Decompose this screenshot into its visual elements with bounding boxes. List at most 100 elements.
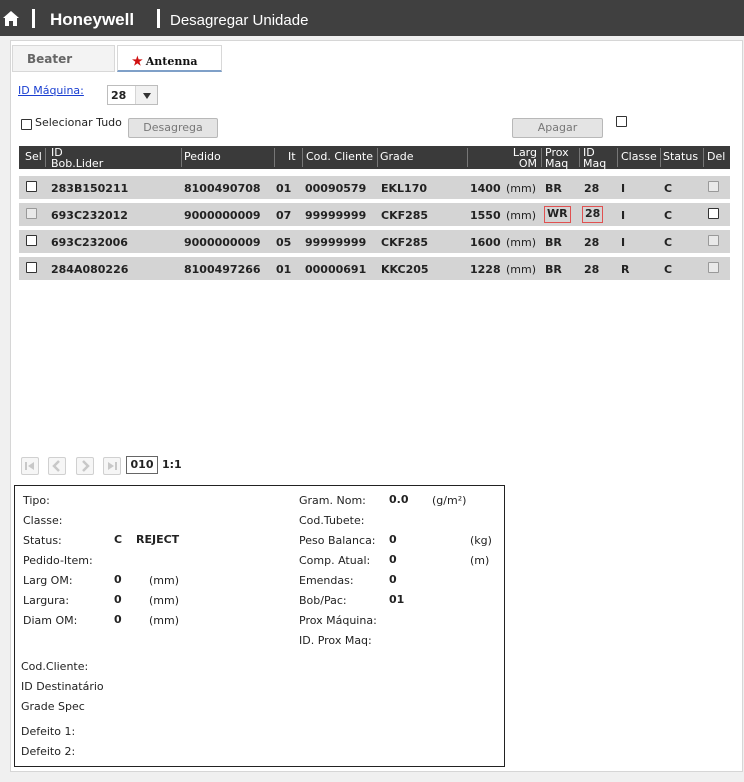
disaggregate-button[interactable]: Desagrega [128,118,218,138]
col-header-line: Maq [545,157,569,170]
cell-grade: CKF285 [381,236,429,249]
cell-grade: KKC205 [381,263,429,276]
gram-nom-label: Gram. Nom: [299,494,366,507]
table-row[interactable]: 283B150211 8100490708 01 00090579 EKL170… [19,176,730,199]
column-divider [377,148,378,167]
column-divider [703,148,704,167]
delete-button[interactable]: Apagar [512,118,603,138]
col-header-id[interactable]: ID Bob.Lider [51,146,103,169]
delete-all-checkbox[interactable] [616,116,627,127]
col-header-cod-cliente[interactable]: Cod. Cliente [306,146,373,169]
row-delete-checkbox[interactable] [708,235,719,246]
cell-larg: 1400 [470,182,501,195]
select-all-checkbox[interactable] [21,119,32,130]
col-header-classe[interactable]: Classe [621,146,657,169]
cod-cliente-label: Cod.Cliente: [21,660,89,673]
tab-beater[interactable]: Beater [12,45,115,72]
dropdown-button[interactable] [135,86,157,104]
cod-tubete-label: Cod.Tubete: [299,514,365,527]
machine-id-select[interactable]: 28 [107,85,158,105]
cell-id: 693C232012 [51,209,128,222]
cell-id: 284A080226 [51,263,129,276]
table-row[interactable]: 693C232012 9000000009 07 99999999 CKF285… [19,203,730,226]
cell-cod-cliente: 00090579 [305,182,367,195]
col-header-grade[interactable]: Grade [380,146,414,169]
machine-id-link[interactable]: ID Máquina: [18,84,84,97]
cell-it: 01 [276,263,292,276]
column-divider [45,148,46,167]
emendas-label: Emendas: [299,574,354,587]
status-label: Status: [23,534,62,547]
row-delete-checkbox[interactable] [708,262,719,273]
next-page-button[interactable] [76,457,94,475]
page-info: 1:1 [162,458,182,471]
cell-id-maq: 28 [582,206,604,223]
row-delete-checkbox[interactable] [708,181,719,192]
header-divider [32,9,35,28]
pedido-item-label: Pedido-Item: [23,554,93,567]
bob-pac-label: Bob/Pac: [299,594,347,607]
cell-status: C [664,263,673,276]
table-row[interactable]: 284A080226 8100497266 01 00000691 KKC205… [19,257,730,280]
row-select-checkbox[interactable] [26,262,37,273]
col-header-larg[interactable]: Larg OM [499,146,537,169]
bob-pac-value: 01 [389,593,405,606]
page-title: Desagregar Unidade [170,12,309,29]
last-page-button[interactable] [103,457,121,475]
tab-antenna[interactable]: ★ Antenna [117,45,222,72]
column-divider [181,148,182,167]
comp-atual-value: 0 [389,553,397,566]
cell-id-maq: 28 [584,236,600,249]
grid-header: Sel ID Bob.Lider Pedido It Cod. Cliente … [19,146,730,169]
col-header-line: Bob.Lider [51,157,104,170]
cell-it: 01 [276,182,292,195]
peso-label: Peso Balanca: [299,534,376,547]
first-page-button[interactable] [21,457,39,475]
table-row[interactable]: 693C232006 9000000009 05 99999999 CKF285… [19,230,730,253]
prev-page-button[interactable] [48,457,66,475]
col-header-it[interactable]: It [288,146,296,169]
page-number-input[interactable]: 010 [126,456,158,474]
row-select-checkbox[interactable] [26,235,37,246]
last-page-icon [108,462,117,470]
row-select-checkbox[interactable] [26,181,37,192]
cell-pedido: 8100497266 [184,263,261,276]
defeito-1-label: Defeito 1: [21,725,76,738]
cell-larg: 1550 [470,209,501,222]
col-header-sel[interactable]: Sel [25,146,42,169]
cell-pedido: 8100490708 [184,182,261,195]
prev-page-icon [52,460,60,472]
home-icon[interactable] [3,11,19,26]
comp-atual-unit: (m) [470,554,490,567]
col-header-status[interactable]: Status [663,146,698,169]
col-header-line: Maq [583,157,607,170]
cell-classe: I [621,182,626,195]
machine-id-value: 28 [111,89,127,102]
grade-spec-label: Grade Spec [21,700,85,713]
diam-om-label: Diam OM: [23,614,78,627]
gram-nom-unit: (g/m²) [432,494,467,507]
top-bar: Honeywell Desagregar Unidade [0,0,744,36]
tab-label: Beater [27,52,73,66]
column-divider [467,148,468,167]
cell-id-maq: 28 [584,263,600,276]
next-page-icon [82,460,90,472]
col-header-prox-maq[interactable]: Prox Maq [545,146,569,169]
cell-larg: 1228 [470,263,501,276]
col-header-pedido[interactable]: Pedido [184,146,221,169]
largura-value: 0 [114,593,122,606]
col-header-del[interactable]: Del [707,146,725,169]
tab-label: Antenna [145,55,198,68]
select-all-label: Selecionar Tudo [35,116,122,129]
row-select-checkbox[interactable] [26,208,37,219]
first-page-icon [25,462,34,470]
row-delete-checkbox[interactable] [708,208,719,219]
cell-id: 693C232006 [51,236,128,249]
cell-pedido: 9000000009 [184,209,261,222]
cell-larg-unit: (mm) [506,263,537,276]
col-header-id-maq[interactable]: ID Maq [583,146,606,169]
larg-om-label: Larg OM: [23,574,73,587]
cell-larg-unit: (mm) [506,209,537,222]
tipo-label: Tipo: [23,494,50,507]
largura-label: Largura: [23,594,70,607]
